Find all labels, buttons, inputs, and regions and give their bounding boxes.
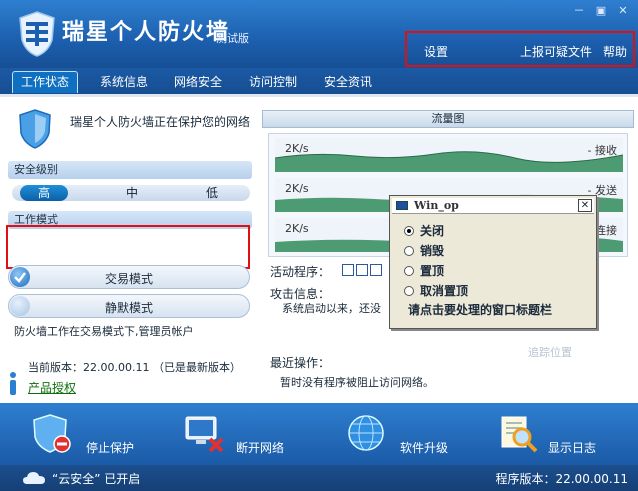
- title-bar[interactable]: 瑞星个人防火墙 测试版 － ▣ ✕ 设置 上报可疑文件 帮助: [0, 0, 638, 68]
- active-program-icons: [342, 264, 382, 276]
- cloud-security-status: “云安全” 已开启: [52, 472, 141, 486]
- radio-icon[interactable]: [404, 286, 414, 296]
- work-mode-highlight: [6, 225, 250, 269]
- cloud-icon: [23, 472, 45, 484]
- disconnect-network-icon: [185, 416, 224, 453]
- radio-checked-icon[interactable]: [404, 226, 414, 236]
- stop-protection-label: 停止保护: [86, 441, 135, 455]
- maximize-icon[interactable]: ▣: [592, 4, 610, 18]
- program-placeholder-icon[interactable]: [370, 264, 382, 276]
- option-close[interactable]: 关闭: [404, 222, 444, 239]
- software-upgrade-label: 软件升级: [400, 441, 449, 455]
- protection-status-text: 瑞星个人防火墙正在保护您的网络: [70, 115, 251, 129]
- receive-traffic-graph: [275, 138, 623, 172]
- receive-rate: 2K/s: [285, 142, 309, 155]
- product-license-link[interactable]: 产品授权: [28, 379, 76, 396]
- silent-mode-button[interactable]: 静默模式: [8, 294, 250, 318]
- trace-location-link[interactable]: 追踪位置: [528, 344, 572, 360]
- minimize-icon[interactable]: －: [570, 4, 588, 18]
- active-programs-label: 活动程序：: [270, 265, 331, 279]
- show-log-label: 显示日志: [548, 441, 597, 455]
- security-level-high[interactable]: 高: [20, 185, 68, 201]
- program-version: 程序版本：22.00.00.11: [495, 472, 628, 486]
- connection-rate: 2K/s: [285, 222, 309, 235]
- stop-protection-button[interactable]: 停止保护: [30, 409, 140, 459]
- recent-actions-label: 最近操作：: [270, 356, 331, 370]
- help-link[interactable]: 帮助: [603, 43, 627, 60]
- interactive-mode-label: 交易模式: [104, 272, 153, 286]
- firewall-window: 瑞星个人防火墙 测试版 － ▣ ✕ 设置 上报可疑文件 帮助 工作状态 系统信息…: [0, 0, 638, 491]
- shield-logo-icon: [19, 11, 55, 57]
- window-icon: [396, 201, 408, 210]
- app-title: 瑞星个人防火墙: [62, 20, 231, 45]
- info-icon: [10, 372, 16, 395]
- flow-chart-title: 流量图: [262, 110, 634, 128]
- status-bar: “云安全” 已开启 程序版本：22.00.00.11: [0, 465, 638, 491]
- option-topmost[interactable]: 置顶: [404, 262, 444, 279]
- close-icon[interactable]: ✕: [614, 4, 632, 18]
- window-controls: － ▣ ✕: [570, 4, 632, 18]
- tab-access-control[interactable]: 访问控制: [241, 71, 305, 93]
- dialog-close-icon[interactable]: ✕: [578, 199, 592, 212]
- receive-tag: - 接收: [587, 144, 617, 157]
- program-placeholder-icon[interactable]: [342, 264, 354, 276]
- dialog-title: Win_op: [414, 199, 459, 212]
- report-suspicious-file-link[interactable]: 上报可疑文件: [520, 43, 592, 60]
- security-level-medium[interactable]: 中: [108, 185, 156, 201]
- disconnect-network-label: 断开网络: [236, 441, 285, 455]
- dialog-title-bar[interactable]: Win_op ✕: [392, 198, 594, 214]
- action-toolbar: 停止保护 断开网络 软件升级 显示日志: [0, 403, 638, 465]
- tab-work-status[interactable]: 工作状态: [12, 71, 79, 93]
- option-cancel-topmost[interactable]: 取消置顶: [404, 282, 468, 299]
- option-destroy[interactable]: 销毁: [404, 242, 444, 259]
- log-magnifier-icon: [501, 416, 538, 453]
- security-level-header: 安全级别: [8, 161, 252, 179]
- tab-system-info[interactable]: 系统信息: [92, 71, 156, 93]
- receive-lane: 2K/s - 接收: [275, 138, 623, 172]
- send-rate: 2K/s: [285, 182, 309, 195]
- tab-network-security[interactable]: 网络安全: [166, 71, 230, 93]
- protection-shield-icon: [19, 109, 51, 149]
- current-version: 当前版本：22.00.00.11 （已是最新版本）: [28, 361, 241, 374]
- software-upgrade-button[interactable]: 软件升级: [344, 409, 454, 459]
- stop-shield-icon: [33, 414, 71, 453]
- disconnect-network-button[interactable]: 断开网络: [182, 409, 292, 459]
- program-placeholder-icon[interactable]: [356, 264, 368, 276]
- dialog-hint: 请点击要处理的窗口标题栏: [408, 303, 553, 317]
- work-mode-description: 防火墙工作在交易模式下,管理员帐户: [14, 325, 194, 338]
- interactive-mode-button[interactable]: 交易模式: [8, 265, 250, 289]
- radio-icon[interactable]: [404, 246, 414, 256]
- tab-security-news[interactable]: 安全资讯: [316, 71, 380, 93]
- upgrade-globe-icon: [348, 415, 384, 451]
- status-panel: 瑞星个人防火墙正在保护您的网络 安全级别 高 中 低 工作模式 交易模式 静默模…: [0, 97, 260, 403]
- security-level-low[interactable]: 低: [188, 185, 236, 201]
- app-subtitle: 测试版: [216, 32, 249, 45]
- radio-icon[interactable]: [404, 266, 414, 276]
- connection-tag: 连接: [595, 224, 617, 237]
- recent-actions-detail: 暂时没有程序被阻止访问网络。: [280, 376, 434, 389]
- tab-bar: 工作状态 系统信息 网络安全 访问控制 安全资讯: [0, 68, 638, 95]
- header-links-highlight: 设置 上报可疑文件 帮助: [405, 31, 635, 67]
- settings-link[interactable]: 设置: [424, 43, 448, 60]
- attack-info-detail: 系统启动以来，还没: [282, 302, 381, 315]
- silent-mode-label: 静默模式: [104, 301, 153, 315]
- show-log-button[interactable]: 显示日志: [496, 409, 606, 459]
- win-op-dialog: Win_op ✕ 关闭 销毁 置顶 取消置顶 请点击要处理的窗口标题栏: [389, 195, 597, 329]
